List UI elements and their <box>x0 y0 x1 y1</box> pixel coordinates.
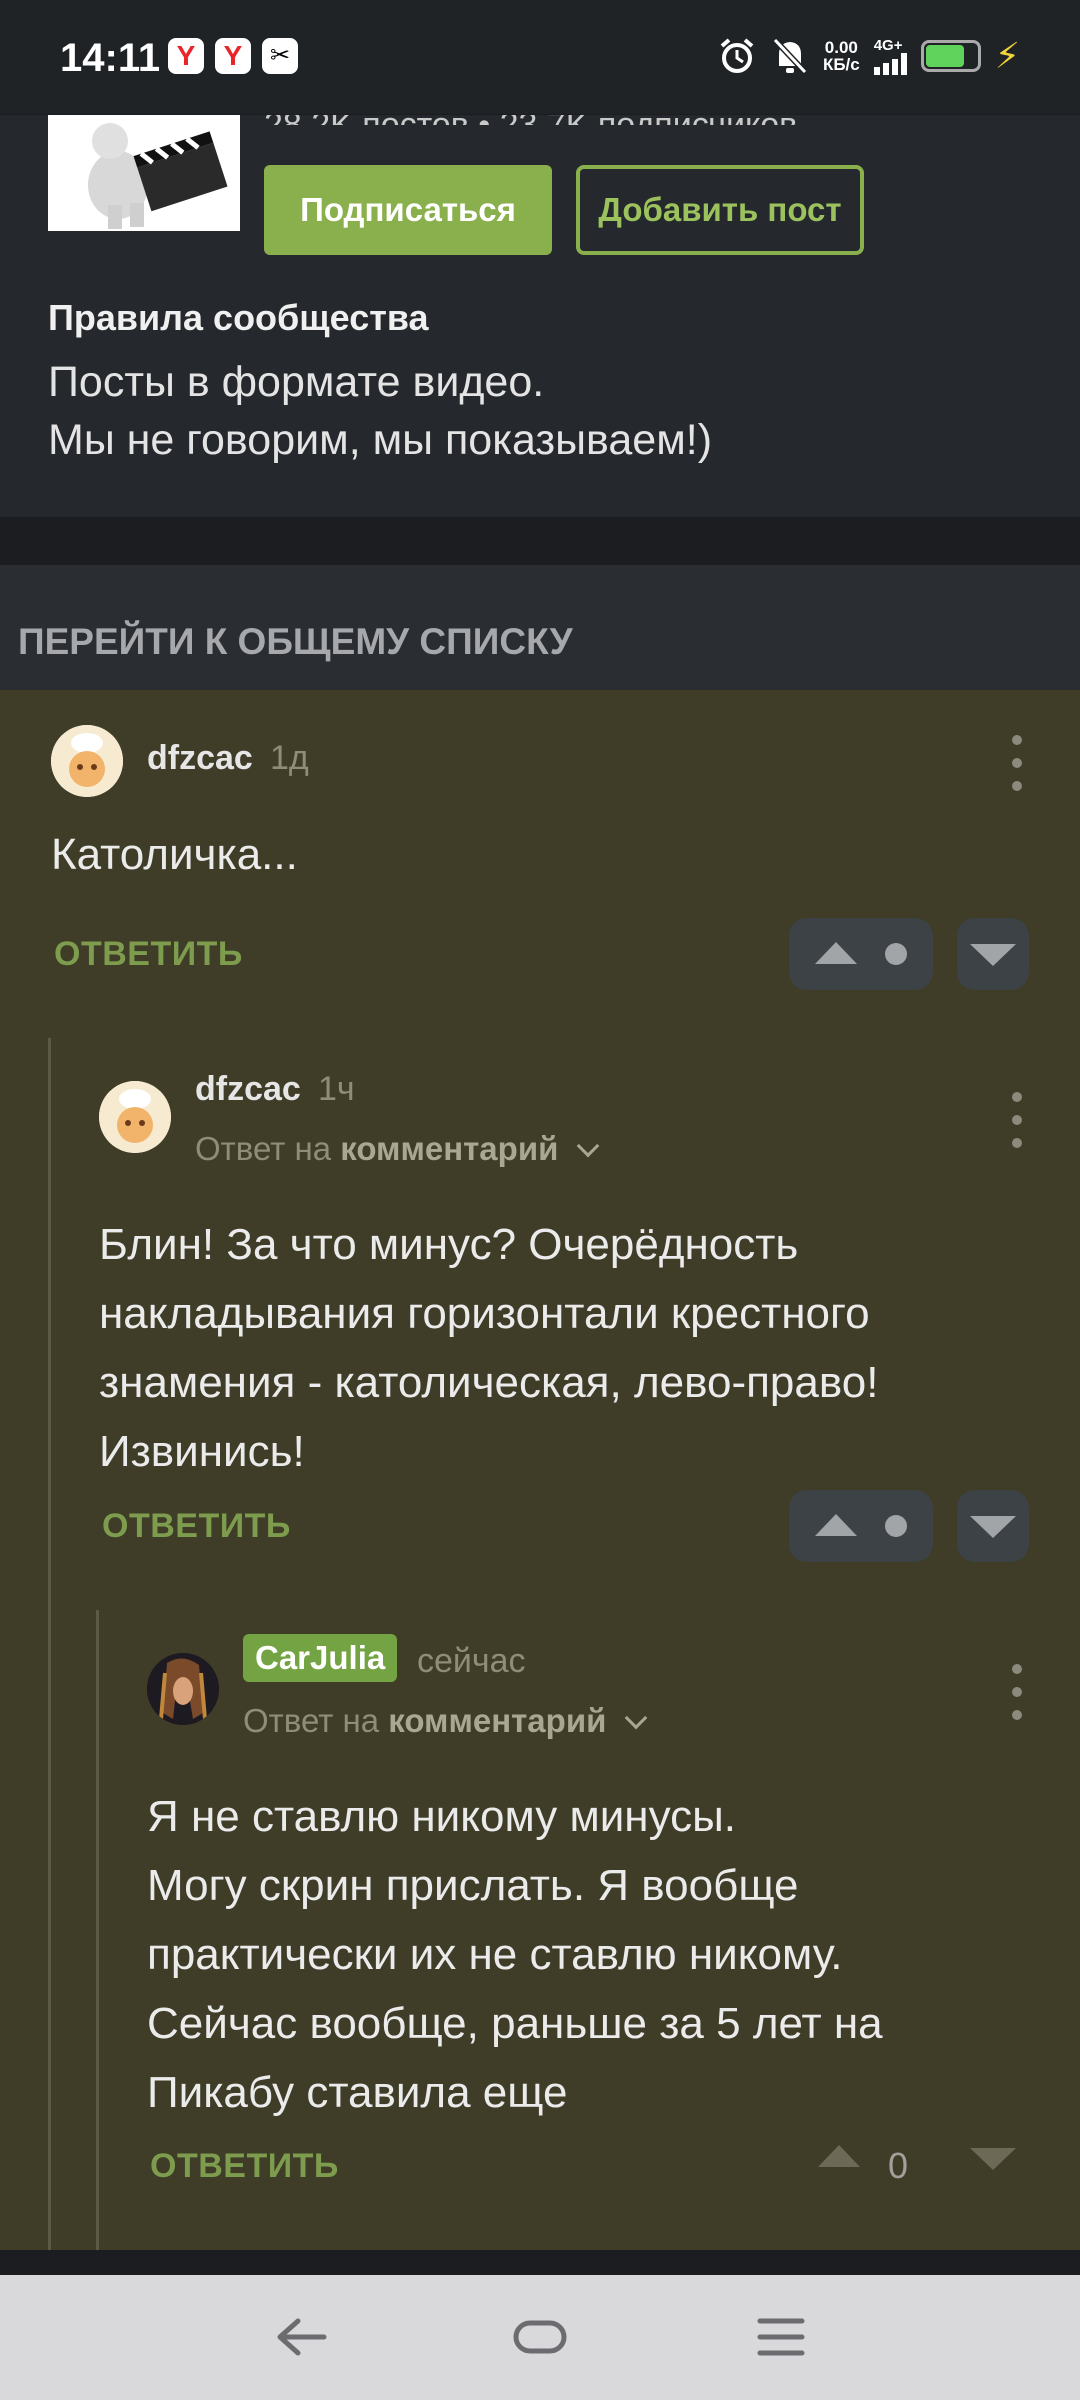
yandex-browser-icon: Y <box>215 38 251 74</box>
comment-username[interactable]: dfzcac <box>195 1070 301 1109</box>
net-speed-value: 0.00 <box>824 38 858 57</box>
rules-text: Посты в формате видео. Мы не говорим, мы… <box>48 353 712 469</box>
upvote-button[interactable] <box>789 1490 933 1562</box>
score-dot <box>885 943 907 965</box>
system-nav-bar <box>0 2275 1080 2400</box>
more-options-icon[interactable] <box>1012 1092 1022 1148</box>
back-icon[interactable] <box>274 2315 328 2359</box>
reply-to-target: комментарий <box>388 1702 607 1739</box>
home-icon[interactable] <box>512 2317 568 2357</box>
comment-text-line: накладывания горизонтали крестного <box>99 1289 870 1338</box>
reply-to-link[interactable]: Ответ на комментарий <box>243 1702 647 1740</box>
comment-text-line: Блин! За что минус? Очерёдность <box>99 1220 799 1269</box>
net-speed: 0.00 КБ/с <box>823 39 860 73</box>
capcut-icon: ✂ <box>262 38 298 74</box>
score-dot <box>885 1515 907 1537</box>
thread-line <box>96 1610 99 2250</box>
comment-time: 1д <box>270 739 309 777</box>
goto-list-bar[interactable]: ПЕРЕЙТИ К ОБЩЕМУ СПИСКУ <box>0 565 1080 690</box>
comment-text-line: Сейчас вообще, раньше за 5 лет на <box>147 1999 883 2048</box>
bottom-divider <box>0 2250 1080 2275</box>
reply-to-prefix: Ответ на <box>195 1130 332 1167</box>
comment-text: Я не ставлю никому минусы. Могу скрин пр… <box>147 1782 883 2127</box>
comment-time: 1ч <box>318 1070 355 1108</box>
comments-section: dfzcac 1д Католичка... ОТВЕТИТЬ dfzcac 1… <box>0 690 1080 2250</box>
rules-title: Правила сообщества <box>48 297 429 338</box>
comment-text-line: Я не ставлю никому минусы. <box>147 1792 736 1841</box>
charging-icon: ⚡ <box>994 35 1020 76</box>
upvote-icon <box>815 1514 857 1536</box>
more-options-icon[interactable] <box>1012 735 1022 791</box>
chevron-down-icon <box>624 1706 647 1730</box>
rules-line: Мы не говорим, мы показываем!) <box>48 416 713 464</box>
yandex-app-icon: Y <box>168 38 204 74</box>
comment-text: Блин! За что минус? Очерёдность накладыв… <box>99 1210 878 1486</box>
network-type: 4G+ <box>873 36 903 54</box>
comment-score: 0 <box>888 2145 909 2186</box>
upvote-icon <box>815 942 857 964</box>
comment-text-line: Могу скрин прислать. Я вообще <box>147 1861 799 1910</box>
downvote-icon <box>970 1516 1016 1538</box>
comment-text: Католичка... <box>51 830 298 879</box>
comment-text-line: знамения - католическая, лево-право! <box>99 1358 879 1407</box>
rules-line: Посты в формате видео. <box>48 358 545 406</box>
chevron-down-icon <box>576 1134 599 1158</box>
upvote-icon[interactable] <box>818 2145 860 2167</box>
status-bar: 14:11 Y Y ✂ 0.00 КБ/с 4G+ ⚡ <box>0 0 1080 115</box>
community-avatar <box>48 115 240 231</box>
reply-to-target: комментарий <box>340 1130 559 1167</box>
downvote-button[interactable] <box>957 918 1029 990</box>
subscribe-button[interactable]: Подписаться <box>264 165 552 255</box>
net-speed-unit: КБ/с <box>822 55 860 74</box>
reply-button[interactable]: ОТВЕТИТЬ <box>54 935 243 974</box>
comment-username[interactable]: dfzcac <box>147 739 253 778</box>
menu-icon[interactable] <box>756 2315 806 2359</box>
add-post-button[interactable]: Добавить пост <box>576 165 864 255</box>
battery-icon <box>920 40 981 72</box>
bell-off-icon <box>772 37 808 75</box>
username-badge[interactable]: CarJulia <box>243 1634 398 1682</box>
reply-button[interactable]: ОТВЕТИТЬ <box>150 2147 339 2186</box>
comment-text-line: Извинись! <box>99 1427 305 1476</box>
thread-line <box>48 1038 51 2250</box>
comment-text-line: Пикабу ставила еще <box>147 2068 568 2117</box>
reply-button[interactable]: ОТВЕТИТЬ <box>102 1507 291 1546</box>
avatar[interactable] <box>51 725 123 797</box>
comment-time: сейчас <box>417 1642 526 1680</box>
goto-list-link[interactable]: ПЕРЕЙТИ К ОБЩЕМУ СПИСКУ <box>18 621 573 663</box>
more-options-icon[interactable] <box>1012 1664 1022 1720</box>
status-time: 14:11 <box>60 36 161 80</box>
avatar[interactable] <box>99 1081 171 1153</box>
community-header: 28,2K постов • 23,7K подписчиков Подписа… <box>0 106 1080 517</box>
downvote-button[interactable] <box>957 1490 1029 1562</box>
comment-text-line: практически их не ставлю никому. <box>147 1930 843 1979</box>
avatar[interactable] <box>147 1653 219 1725</box>
reply-to-prefix: Ответ на <box>243 1702 380 1739</box>
reply-to-link[interactable]: Ответ на комментарий <box>195 1130 599 1168</box>
signal-icon <box>873 52 907 75</box>
alarm-icon <box>720 38 754 73</box>
downvote-icon[interactable] <box>970 2148 1016 2170</box>
section-divider <box>0 517 1080 565</box>
downvote-icon <box>970 944 1016 966</box>
upvote-button[interactable] <box>789 918 933 990</box>
